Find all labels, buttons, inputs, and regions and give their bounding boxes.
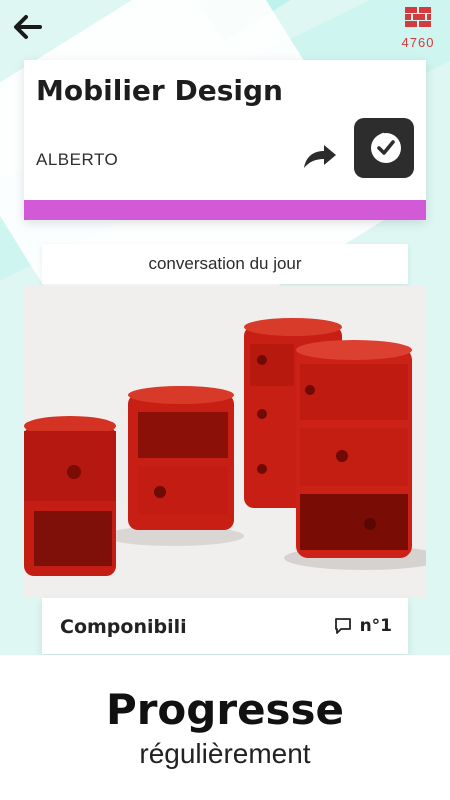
- bricks-icon: [405, 7, 431, 27]
- comment-icon: [334, 618, 351, 634]
- lesson-number: n°1: [359, 616, 392, 636]
- promo-headline: Progresse: [105, 685, 345, 734]
- coins-counter[interactable]: 4760: [396, 6, 440, 50]
- comment-counter[interactable]: n°1: [334, 616, 392, 636]
- conversation-label: conversation du jour: [148, 254, 302, 273]
- lesson-card[interactable]: Mobilier Design ALBERTO: [24, 60, 426, 220]
- coins-count: 4760: [401, 35, 435, 50]
- completed-badge[interactable]: [354, 118, 414, 178]
- back-button[interactable]: [10, 10, 44, 44]
- photo-caption[interactable]: Componibili n°1: [42, 598, 408, 654]
- promo-footer: Progresse régulièrement: [0, 655, 450, 800]
- check-badge-icon: [371, 132, 401, 163]
- promo-subline: régulièrement: [139, 738, 311, 769]
- top-bar: 4760: [0, 0, 450, 60]
- arrow-left-icon: [14, 15, 42, 39]
- lesson-author: ALBERTO: [36, 150, 119, 169]
- product-photo: [24, 286, 426, 598]
- accent-bar: [24, 200, 426, 220]
- conversation-card[interactable]: conversation du jour: [42, 244, 408, 284]
- lesson-title: Mobilier Design: [36, 74, 283, 107]
- product-name: Componibili: [60, 616, 187, 638]
- share-arrow-icon[interactable]: [300, 140, 340, 172]
